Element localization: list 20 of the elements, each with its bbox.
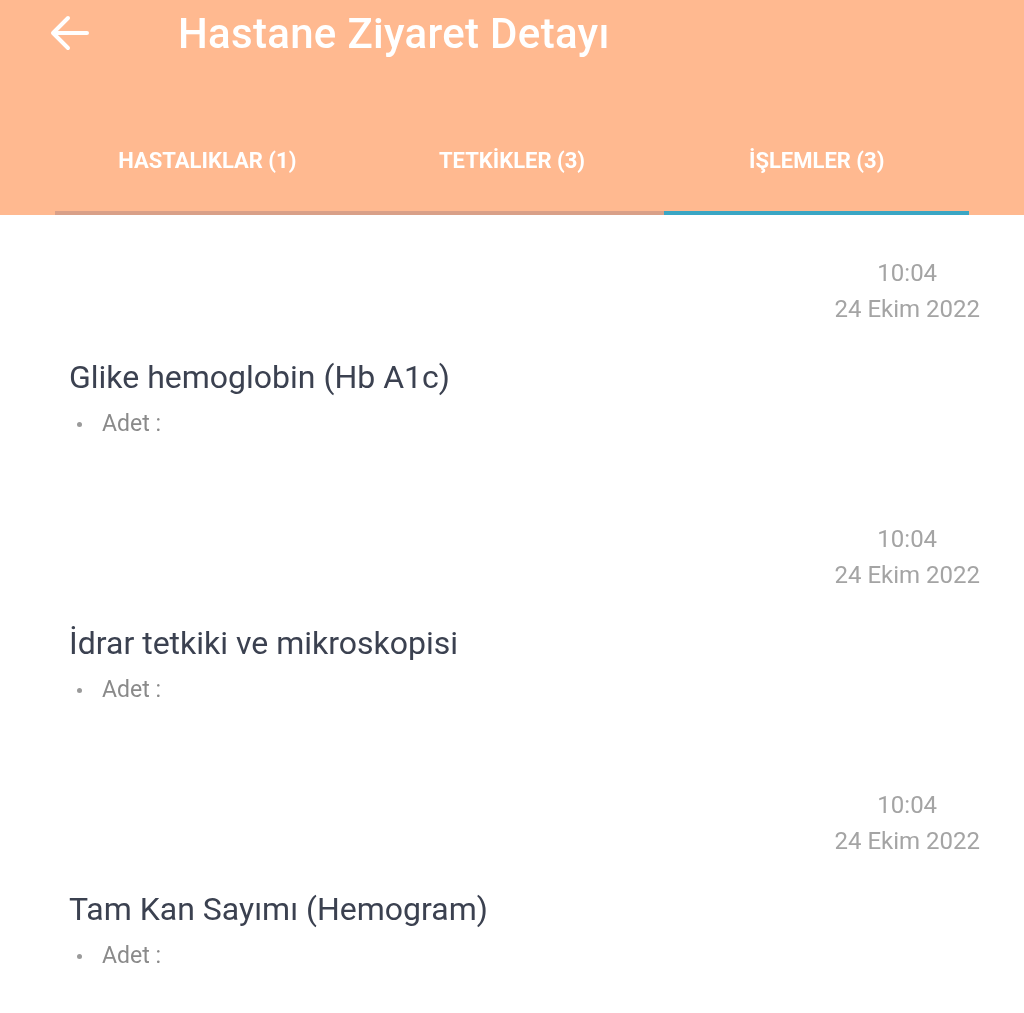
bullet-icon xyxy=(77,687,82,693)
page-title: Hastane Ziyaret Detayı xyxy=(178,7,610,60)
back-arrow-icon xyxy=(50,15,90,51)
time-text: 10:04 xyxy=(877,790,938,821)
time-text: 10:04 xyxy=(877,258,938,289)
bullet-icon xyxy=(77,953,82,959)
procedure-name: Glike hemoglobin (Hb A1c) xyxy=(69,357,451,398)
quantity-label: Adet : xyxy=(102,675,161,705)
quantity-label: Adet : xyxy=(102,409,161,439)
date-text: 24 Ekim 2022 xyxy=(834,560,980,591)
tab[interactable]: TETKİKLER (3) xyxy=(359,120,665,215)
date-text: 24 Ekim 2022 xyxy=(834,826,980,857)
procedure-name: Tam Kan Sayımı (Hemogram) xyxy=(69,889,489,930)
tab[interactable]: İŞLEMLER (3) xyxy=(664,120,969,215)
date-text: 24 Ekim 2022 xyxy=(834,294,980,325)
quantity-label: Adet : xyxy=(102,941,161,971)
tab[interactable]: HASTALIKLAR (1) xyxy=(55,120,360,215)
bullet-icon xyxy=(77,421,82,427)
procedure-name: İdrar tetkiki ve mikroskopisi xyxy=(69,623,460,664)
time-text: 10:04 xyxy=(877,524,938,555)
